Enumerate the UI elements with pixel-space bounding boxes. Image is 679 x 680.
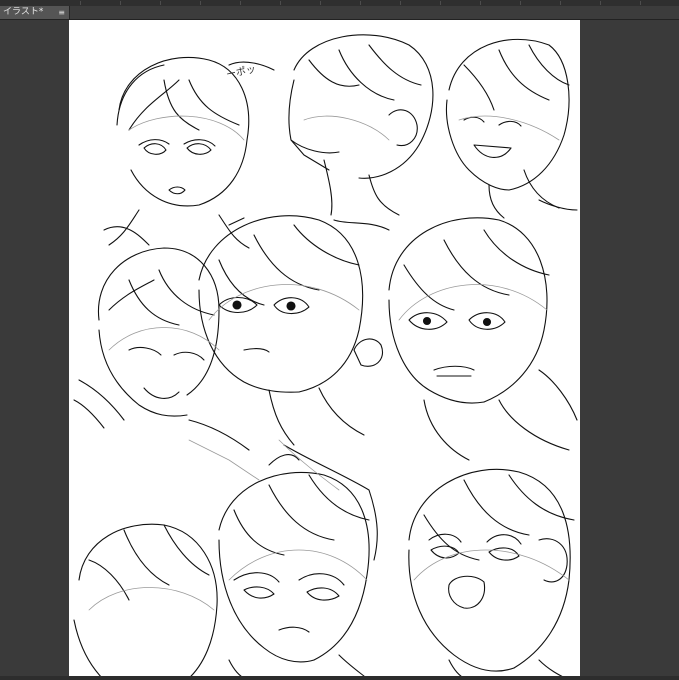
sketch-head-3 <box>445 38 578 219</box>
canvas-workspace[interactable]: ーポッ <box>0 20 679 680</box>
document-tab-label: イラスト* <box>3 7 44 17</box>
sketch-head-2 <box>288 34 434 231</box>
status-bar <box>0 676 679 680</box>
document-tab[interactable]: イラスト* ≡ <box>0 6 70 19</box>
sketch-annotation: ーポッ <box>225 63 257 81</box>
sketch-head-6 <box>353 217 578 461</box>
ruler-ticks <box>80 1 679 5</box>
sketch-head-7 <box>73 523 218 680</box>
sketch-head-8 <box>218 454 370 680</box>
sketch-head-9 <box>408 468 575 680</box>
sketch-head-4 <box>73 247 250 451</box>
document-tab-bar: イラスト* ≡ <box>0 6 679 20</box>
sketch-head-5 <box>198 215 378 561</box>
sketch-artwork: ーポッ <box>73 34 578 680</box>
tab-menu-icon[interactable]: ≡ <box>58 6 65 19</box>
drawing-canvas[interactable]: ーポッ <box>69 20 580 680</box>
sketch-head-1 <box>103 56 275 249</box>
